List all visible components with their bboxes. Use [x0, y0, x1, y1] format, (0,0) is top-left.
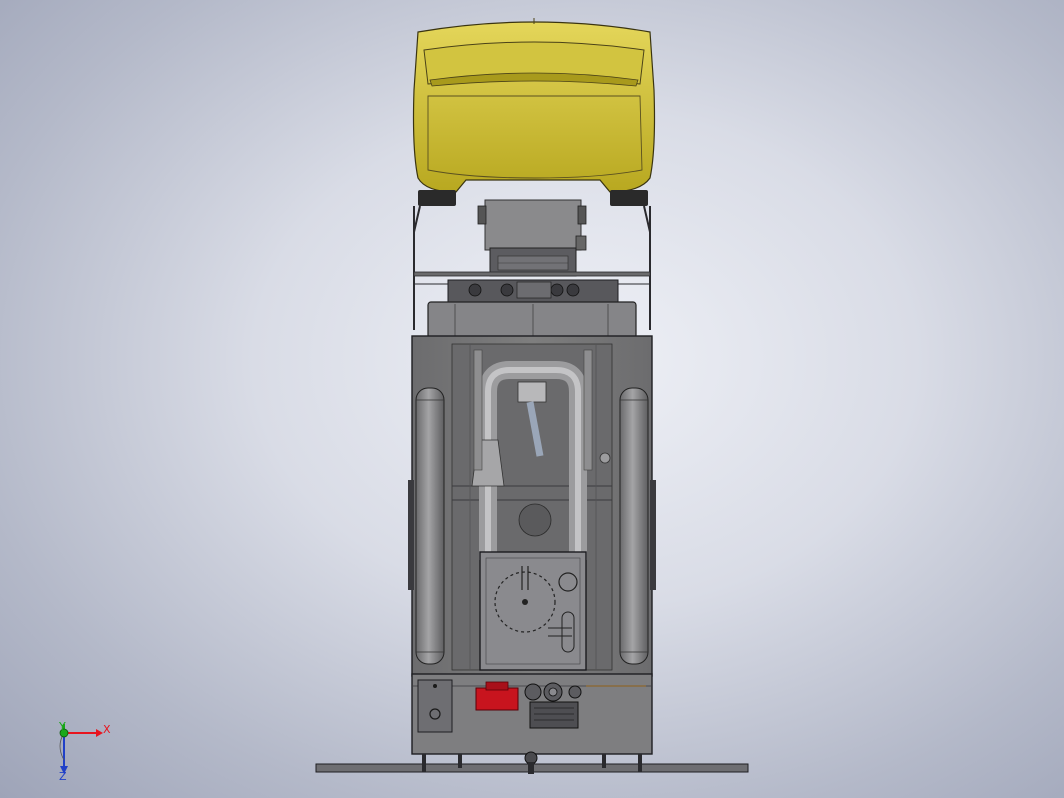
electrical-box[interactable]: [417, 679, 453, 733]
dial-panel[interactable]: [479, 551, 587, 671]
coordinate-triad: X Y Z: [58, 720, 111, 783]
spreader-bar[interactable]: [315, 751, 749, 774]
control-manifold[interactable]: [427, 279, 637, 339]
cad-viewport[interactable]: X Y Z: [0, 0, 1064, 798]
y-axis-label: Y: [58, 720, 66, 733]
seat-mount: [477, 199, 587, 251]
left-tank[interactable]: [415, 387, 445, 665]
seat[interactable]: [412, 18, 656, 206]
right-tank[interactable]: [619, 387, 649, 665]
z-axis-label: Z: [59, 770, 67, 783]
x-axis-label: X: [103, 723, 111, 736]
x-axis-arrowhead: [96, 729, 103, 737]
